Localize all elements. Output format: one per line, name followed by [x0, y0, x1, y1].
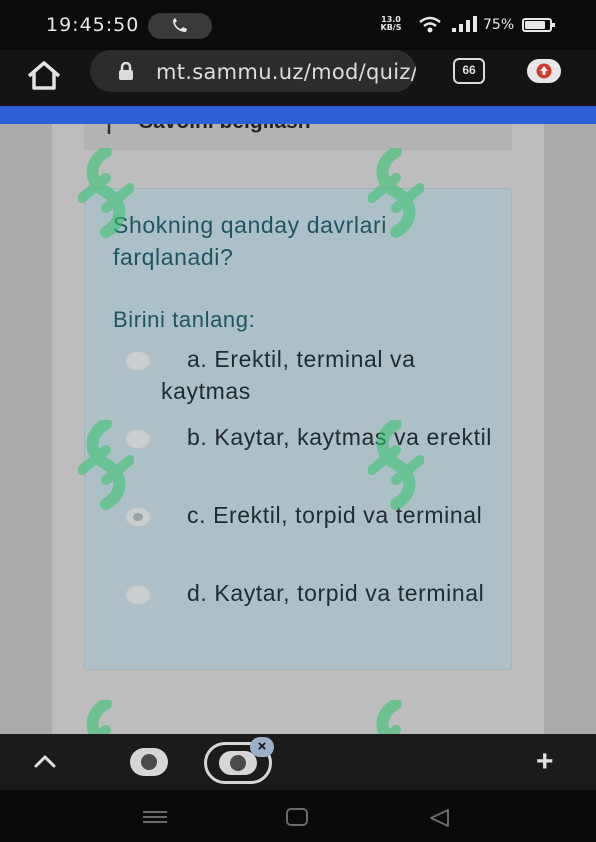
question-card: Shokning qanday davrlari farqlanadi? Bir…	[84, 188, 512, 670]
network-speed: 13.0 KB/S	[376, 16, 406, 32]
page-content: Savolni belgilash Shokning qanday davrla…	[0, 124, 596, 734]
close-tab-button[interactable]: ×	[250, 737, 274, 757]
question-text: Shokning qanday davrlari farqlanadi?	[113, 212, 387, 270]
battery-percent: 75%	[483, 17, 515, 33]
battery-icon	[522, 18, 555, 32]
flag-icon	[107, 124, 111, 134]
answer-option-label: a. Erektil, terminal va kaytmas	[161, 346, 416, 404]
phone-icon	[173, 18, 187, 32]
radio-icon[interactable]	[125, 507, 151, 527]
recent-apps-icon[interactable]	[142, 810, 168, 824]
answer-prompt: Birini tanlang:	[113, 307, 256, 332]
nav-back-icon[interactable]	[428, 808, 450, 828]
signal-icon	[452, 16, 477, 32]
tabs-button[interactable]: 66	[453, 58, 485, 84]
address-bar[interactable]: mt.sammu.uz/mod/quiz/attempt.php	[90, 50, 416, 92]
answer-option-label: c. Erektil, torpid va terminal	[187, 502, 483, 528]
page-accent-bar	[0, 106, 596, 124]
radio-icon[interactable]	[125, 429, 151, 449]
nav-home-icon[interactable]	[286, 808, 308, 826]
flag-question-box[interactable]: Savolni belgilash	[84, 124, 512, 150]
ongoing-call-indicator[interactable]	[148, 13, 212, 39]
system-nav-bar	[0, 790, 596, 842]
lock-icon	[119, 62, 133, 80]
home-icon	[27, 61, 61, 90]
answer-option-label: d. Kaytar, torpid va terminal	[187, 580, 485, 606]
browser-toolbar: mt.sammu.uz/mod/quiz/attempt.php 66	[0, 50, 596, 106]
radio-icon[interactable]	[125, 351, 151, 371]
tab-favicon	[219, 751, 257, 775]
flag-question-label: Savolni belgilash	[139, 124, 311, 134]
browser-bottom-bar: × +	[0, 734, 596, 790]
status-time: 19:45:50	[46, 14, 140, 36]
new-tab-button[interactable]: +	[536, 747, 554, 777]
chevron-up-icon[interactable]	[34, 754, 56, 768]
url-text: mt.sammu.uz/mod/quiz/attempt.php	[156, 60, 416, 84]
radio-icon[interactable]	[125, 585, 151, 605]
network-speed-unit: KB/S	[380, 23, 402, 32]
update-icon	[536, 63, 552, 79]
home-button[interactable]	[24, 56, 64, 96]
update-button[interactable]	[527, 59, 561, 83]
status-bar: 19:45:50 13.0 KB/S 75%	[0, 0, 596, 50]
wifi-icon	[419, 16, 441, 33]
answer-option-label: b. Kaytar, kaytmas va erektil	[187, 424, 493, 450]
tab-thumbnail[interactable]	[130, 748, 168, 776]
